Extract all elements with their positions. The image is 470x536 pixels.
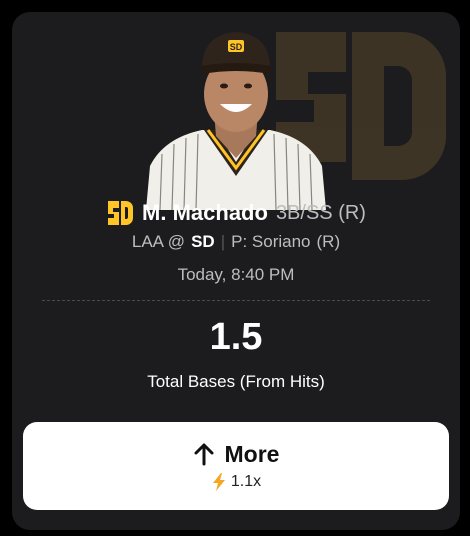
pitcher-hand: (R): [316, 232, 341, 251]
more-button[interactable]: More 1.1x: [23, 422, 449, 510]
projection-value: 1.5: [209, 316, 263, 358]
more-button-row: More: [193, 440, 280, 468]
multiplier-row: 1.1x: [211, 472, 261, 492]
arrow-up-icon: [194, 443, 214, 466]
svg-text:SD: SD: [230, 42, 243, 52]
player-name: M. Machado: [142, 200, 268, 225]
stat-label: Total Bases (From Hits): [147, 372, 325, 391]
away-team: LAA @: [131, 232, 186, 251]
player-headshot: SD: [146, 32, 326, 210]
player-position: 3B/SS (R): [275, 201, 366, 224]
payout-multiplier: 1.1x: [230, 472, 262, 490]
matchup-separator: |: [220, 232, 226, 251]
home-team: SD: [191, 232, 215, 251]
dashed-divider: [42, 300, 430, 301]
lightning-bolt-icon: [212, 472, 225, 491]
team-logo-icon: [108, 201, 134, 225]
matchup-row: LAA @ SD | P: Soriano (R): [12, 232, 460, 252]
player-name-row: M. Machado 3B/SS (R): [12, 198, 460, 228]
more-label: More: [224, 440, 280, 467]
opposing-pitcher: P: Soriano: [231, 232, 311, 251]
player-prop-card[interactable]: SD M. Machado 3B/SS (R) LAA @ SD | P: So…: [12, 12, 460, 530]
game-time: Today, 8:40 PM: [177, 265, 295, 284]
